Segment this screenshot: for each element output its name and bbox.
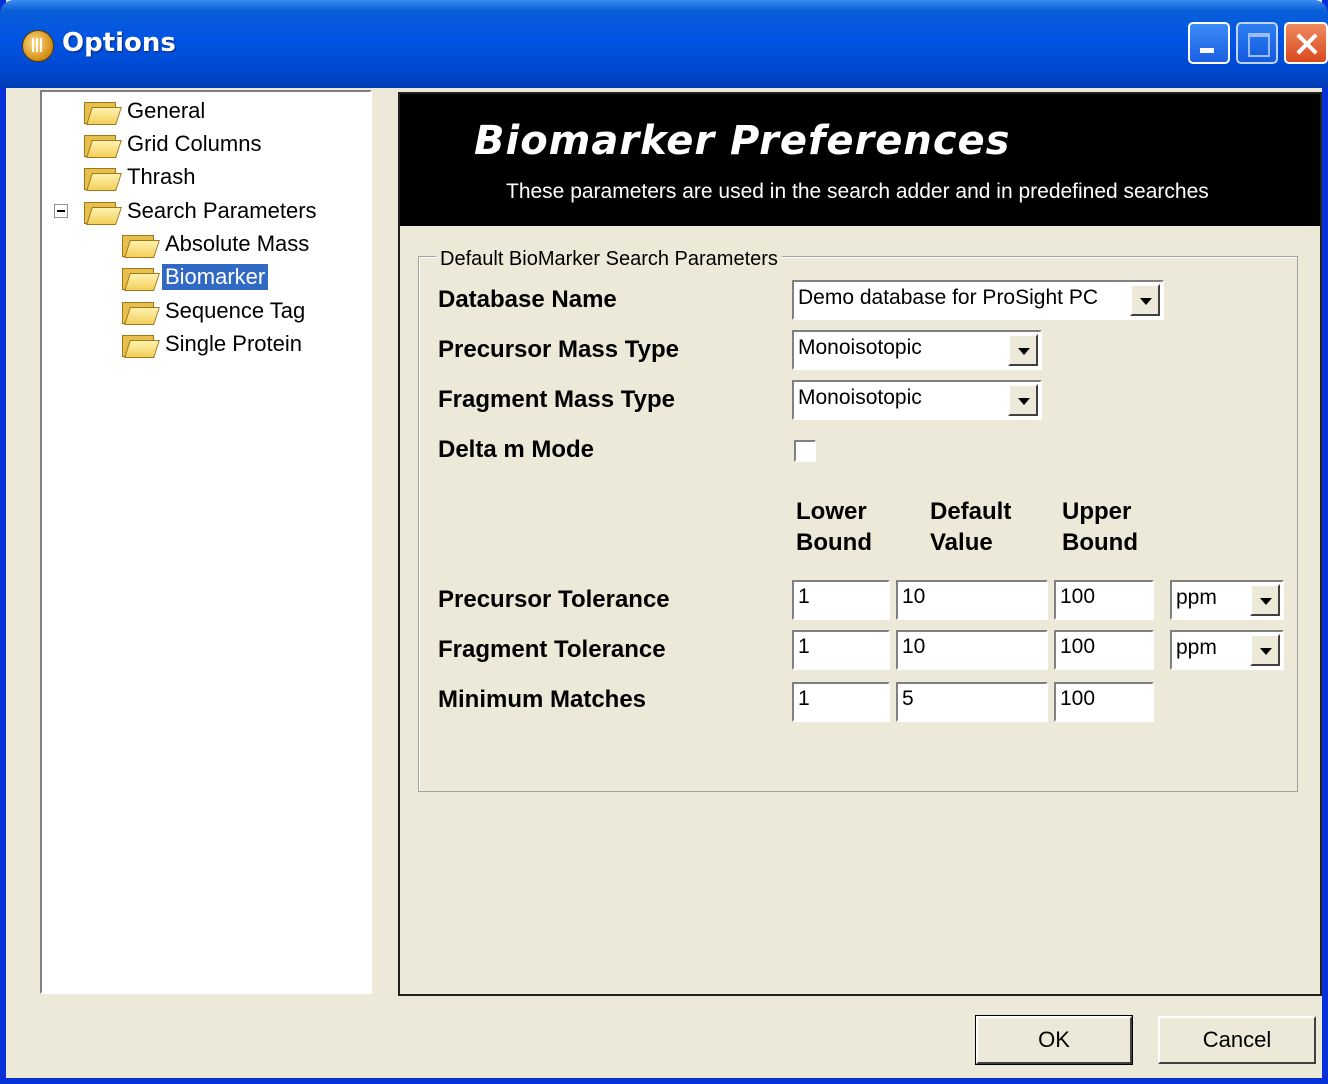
database-name-combo[interactable]: Demo database for ProSight PC xyxy=(792,280,1164,320)
fragment-mass-type-label: Fragment Mass Type xyxy=(438,386,675,413)
database-name-value: Demo database for ProSight PC xyxy=(798,286,1098,309)
upper-bound-header: Upper Bound xyxy=(1062,496,1138,558)
tree-item-label: General xyxy=(127,98,206,123)
precursor-lower-input[interactable]: 1 xyxy=(792,580,890,620)
database-name-label: Database Name xyxy=(438,286,617,313)
header-line: Upper xyxy=(1062,498,1132,525)
header-line: Bound xyxy=(1062,529,1138,556)
precursor-mass-type-value: Monoisotopic xyxy=(798,336,922,359)
chevron-down-icon[interactable] xyxy=(1250,634,1280,666)
fragment-mass-type-value: Monoisotopic xyxy=(798,386,922,409)
tree-item-label: Grid Columns xyxy=(127,131,262,156)
folder-open-icon xyxy=(122,264,156,290)
precursor-mass-type-label: Precursor Mass Type xyxy=(438,336,679,363)
precursor-unit-combo[interactable]: ppm xyxy=(1170,580,1284,620)
group-legend: Default BioMarker Search Parameters xyxy=(436,248,782,271)
precursor-tolerance-label: Precursor Tolerance xyxy=(438,586,670,613)
chevron-down-icon[interactable] xyxy=(1008,334,1038,366)
header-line: Value xyxy=(930,529,993,556)
window-title: Options xyxy=(62,28,176,58)
folder-icon xyxy=(84,164,118,190)
tree-item-sequence-tag[interactable]: Sequence Tag xyxy=(122,296,308,326)
chevron-down-icon[interactable] xyxy=(1130,284,1160,316)
fragment-lower-input[interactable]: 1 xyxy=(792,630,890,670)
precursor-default-input[interactable]: 10 xyxy=(896,580,1048,620)
tree-item-biomarker[interactable]: Biomarker xyxy=(122,262,269,292)
fragment-unit-value: ppm xyxy=(1176,636,1217,659)
options-tree[interactable]: General Grid Columns Thrash Search Param… xyxy=(40,90,372,994)
matches-upper-input[interactable]: 100 xyxy=(1054,682,1154,722)
default-value-header: Default Value xyxy=(930,496,1011,558)
header-line: Default xyxy=(930,498,1012,525)
tree-item-grid-columns[interactable]: Grid Columns xyxy=(84,129,264,159)
folder-icon xyxy=(122,331,156,357)
tree-item-label: Absolute Mass xyxy=(165,231,310,256)
ok-button[interactable]: OK xyxy=(975,1015,1133,1065)
fragment-unit-combo[interactable]: ppm xyxy=(1170,630,1284,670)
minimum-matches-label: Minimum Matches xyxy=(438,686,647,713)
lower-bound-header: Lower Bound xyxy=(796,496,872,558)
tree-item-absolute-mass[interactable]: Absolute Mass xyxy=(122,229,312,259)
options-window: Options General Grid Columns Thrash Sear… xyxy=(0,0,1328,1084)
title-bar[interactable]: Options xyxy=(0,0,1328,88)
cancel-button[interactable]: Cancel xyxy=(1158,1016,1316,1064)
fragment-upper-input[interactable]: 100 xyxy=(1054,630,1154,670)
folder-icon xyxy=(84,98,118,124)
fragment-mass-type-combo[interactable]: Monoisotopic xyxy=(792,380,1042,420)
app-icon xyxy=(22,30,54,62)
tree-item-label: Thrash xyxy=(127,164,196,189)
header-line: Lower xyxy=(796,498,867,525)
panel-title: Biomarker Preferences xyxy=(474,118,1011,164)
delta-m-mode-checkbox[interactable] xyxy=(794,440,816,462)
precursor-upper-input[interactable]: 100 xyxy=(1054,580,1154,620)
panel-subtitle: These parameters are used in the search … xyxy=(506,180,1209,203)
close-button[interactable] xyxy=(1284,22,1328,64)
tree-item-single-protein[interactable]: Single Protein xyxy=(122,329,305,359)
tree-item-search-parameters[interactable]: Search Parameters xyxy=(84,196,320,226)
precursor-unit-value: ppm xyxy=(1176,586,1217,609)
chevron-down-icon[interactable] xyxy=(1250,584,1280,616)
header-line: Bound xyxy=(796,529,872,556)
folder-icon xyxy=(84,198,118,224)
panel-header: Biomarker Preferences These parameters a… xyxy=(400,94,1320,226)
folder-icon xyxy=(84,131,118,157)
tree-item-label: Sequence Tag xyxy=(165,298,306,323)
fragment-tolerance-label: Fragment Tolerance xyxy=(438,636,666,663)
matches-lower-input[interactable]: 1 xyxy=(792,682,890,722)
minimize-button[interactable] xyxy=(1188,22,1230,64)
matches-default-input[interactable]: 5 xyxy=(896,682,1048,722)
chevron-down-icon[interactable] xyxy=(1008,384,1038,416)
folder-icon xyxy=(122,231,156,257)
collapse-icon[interactable] xyxy=(54,204,68,218)
tree-item-general[interactable]: General xyxy=(84,96,208,126)
folder-icon xyxy=(122,298,156,324)
delta-m-mode-label: Delta m Mode xyxy=(438,436,595,463)
fragment-default-input[interactable]: 10 xyxy=(896,630,1048,670)
tree-item-thrash[interactable]: Thrash xyxy=(84,162,198,192)
precursor-mass-type-combo[interactable]: Monoisotopic xyxy=(792,330,1042,370)
tree-item-label: Search Parameters xyxy=(127,198,317,223)
preferences-panel: Biomarker Preferences These parameters a… xyxy=(398,92,1322,996)
tree-item-label: Single Protein xyxy=(165,331,302,356)
tree-item-label: Biomarker xyxy=(162,264,269,290)
maximize-button[interactable] xyxy=(1236,22,1278,64)
